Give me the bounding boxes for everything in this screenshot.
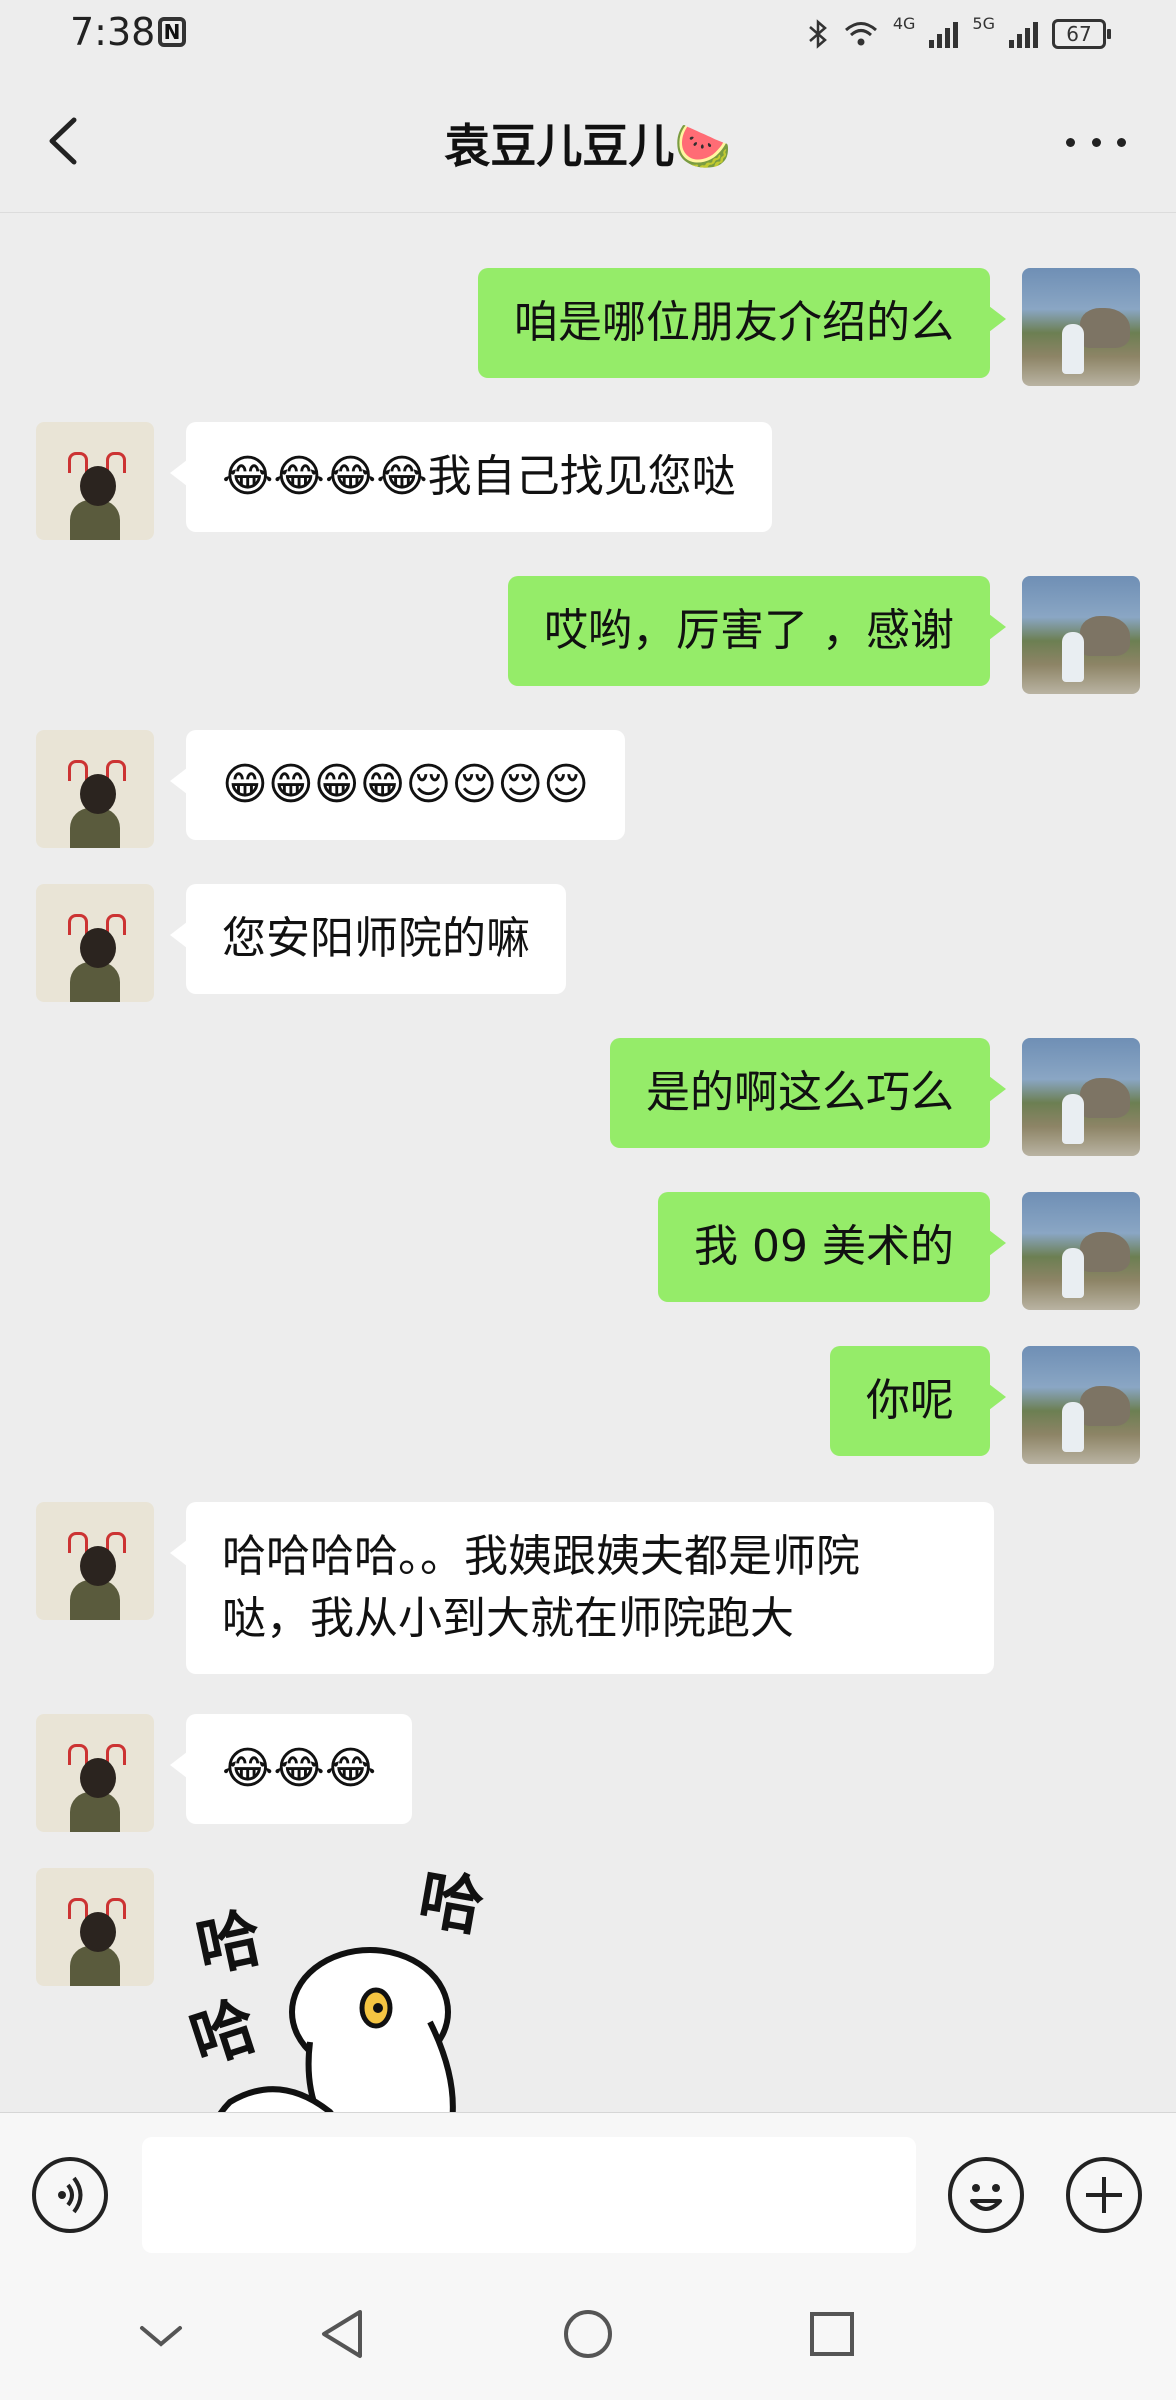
signal-icon-1 [929,20,959,48]
message-text: 我 09 美术的 [694,1221,954,1272]
status-time: 7:38 [70,10,156,54]
message-text: 你呢 [866,1375,954,1426]
contact-avatar[interactable] [36,422,154,540]
chat-title: 袁豆儿豆儿🍉 [444,119,732,173]
circle-home-icon[interactable] [562,2308,614,2360]
my-avatar[interactable] [1022,1346,1140,1464]
message-bubble-received[interactable]: 😁😁😁😁😌😌😌😌 [170,730,625,840]
message-bubble-sent[interactable]: 是的啊这么巧么 [610,1038,1006,1148]
message-input[interactable] [142,2137,916,2253]
voice-button[interactable] [32,2157,108,2233]
sticker-message[interactable]: 哈 哈 哈 [182,1862,550,2112]
message-bubble-received[interactable]: 😂😂😂😂我自己找见您哒 [170,422,772,532]
plus-icon [1086,2177,1122,2213]
status-icons: 4G 5G 67 [807,14,1111,54]
contact-avatar[interactable] [36,884,154,1002]
message-bubble-received[interactable]: 😂😂😂 [169,1714,413,1824]
emoji-button[interactable] [948,2157,1024,2233]
message-text: 哎哟，厉害了 ，感谢 [544,605,954,656]
contact-avatar[interactable] [36,1868,154,1986]
message-text: 您安阳师院的嘛 [222,913,530,964]
my-avatar[interactable] [1022,1038,1140,1156]
message-text: 😂😂😂😂我自己找见您哒 [222,451,736,502]
message-bubble-sent[interactable]: 哎哟，厉害了 ，感谢 [508,576,1006,686]
network-type-1: 4G [892,14,916,33]
contact-avatar[interactable] [36,1714,154,1832]
contact-avatar[interactable] [36,730,154,848]
message-bubble-sent[interactable]: 我 09 美术的 [658,1192,1006,1302]
triangle-back-icon[interactable] [316,2306,366,2362]
message-text: 是的啊这么巧么 [646,1067,954,1118]
chevron-down-icon[interactable] [136,2320,186,2350]
my-avatar[interactable] [1022,268,1140,386]
contact-avatar[interactable] [36,1502,154,1620]
message-text: 哈哈哈哈。。我姨跟姨夫都是师院 哒，我从小到大就在师院跑大 [222,1531,860,1644]
system-nav-bar [0,2276,1176,2400]
message-list[interactable]: 咱是哪位朋友介绍的么 😂😂😂😂我自己找见您哒 哎哟，厉害了 ，感谢 😁😁😁😁😌😌… [0,212,1176,2112]
message-text: 咱是哪位朋友介绍的么 [514,297,954,348]
bluetooth-icon [809,19,827,49]
message-bubble-received[interactable]: 您安阳师院的嘛 [170,884,566,994]
message-bubble-sent[interactable]: 你呢 [830,1346,1006,1456]
square-recent-icon[interactable] [808,2310,856,2358]
wifi-icon [844,22,877,46]
message-bubble-received[interactable]: 哈哈哈哈。。我姨跟姨夫都是师院 哒，我从小到大就在师院跑大 [170,1502,994,1674]
status-bar: 7:38 N 4G 5G 67 [0,0,1176,70]
message-text: 😁😁😁😁😌😌😌😌 [222,759,589,810]
chat-header: 袁豆儿豆儿🍉 [0,70,1176,213]
input-bar [0,2112,1176,2277]
plus-button[interactable] [1066,2157,1142,2233]
battery-icon: 67 [1052,19,1111,49]
signal-icon-2 [1009,20,1038,48]
my-avatar[interactable] [1022,576,1140,694]
voice-icon [58,2176,83,2214]
message-text: 😂😂😂 [222,1743,377,1794]
more-dots-icon[interactable] [1066,132,1126,152]
my-avatar[interactable] [1022,1192,1140,1310]
network-type-2: 5G [972,14,995,33]
message-bubble-sent[interactable]: 咱是哪位朋友介绍的么 [478,268,1006,378]
emoji-icon [970,2184,1002,2211]
nfc-icon: N [158,17,186,47]
